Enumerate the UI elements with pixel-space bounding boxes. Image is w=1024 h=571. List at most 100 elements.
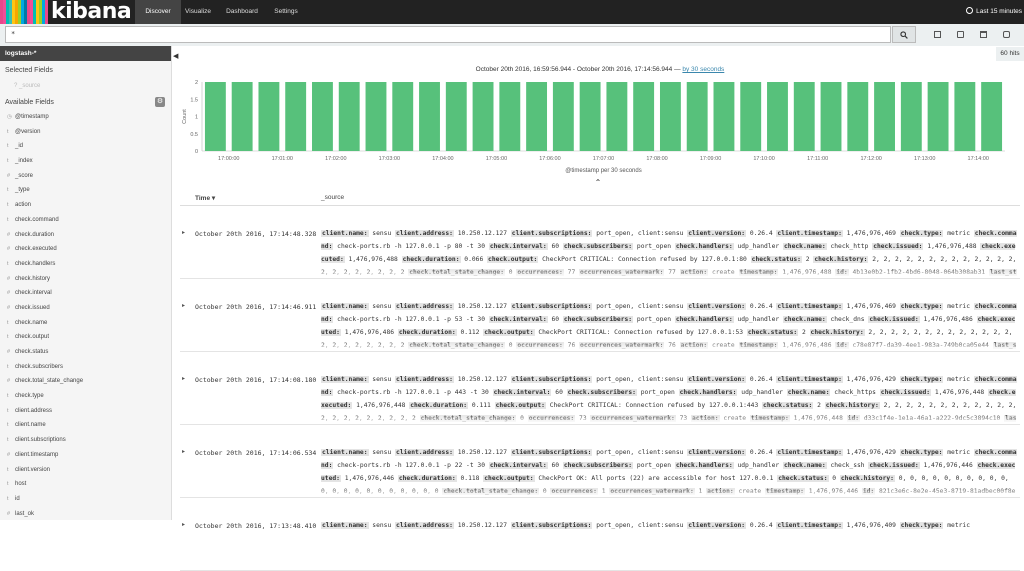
- field-item[interactable]: t client.name: [0, 418, 171, 433]
- field-item[interactable]: t client.subscriptions: [0, 433, 171, 448]
- search-button[interactable]: [892, 26, 916, 43]
- field-item[interactable]: t check.output: [0, 330, 171, 345]
- field-item[interactable]: t check.name: [0, 316, 171, 331]
- selected-field-name: _source: [19, 83, 41, 89]
- source-key: check.output:: [483, 475, 535, 482]
- string-type-icon: t: [7, 128, 9, 135]
- tab-discover[interactable]: Discover: [135, 0, 181, 24]
- time-column-header[interactable]: Time ▾: [195, 194, 215, 202]
- table-row[interactable]: ▸ October 20th 2016, 17:14:08.180 client.n…: [180, 352, 1020, 425]
- tab-dashboard[interactable]: Dashboard: [220, 0, 264, 24]
- field-item[interactable]: # check.total_state_change: [0, 374, 171, 389]
- row-timestamp: October 20th 2016, 17:14:08.180: [195, 376, 317, 384]
- field-item[interactable]: t _type: [0, 183, 171, 198]
- field-item[interactable]: t check.type: [0, 389, 171, 404]
- field-item[interactable]: t check.command: [0, 213, 171, 228]
- gear-icon[interactable]: ⚙: [155, 97, 165, 107]
- selected-field-source[interactable]: ? _source: [0, 78, 171, 95]
- field-name: client.version: [15, 466, 51, 473]
- search-input[interactable]: *: [5, 26, 891, 43]
- field-name: check.type: [15, 393, 44, 400]
- source-key: client.subscriptions:: [510, 376, 593, 383]
- field-item[interactable]: t check.handlers: [0, 257, 171, 272]
- new-search-button[interactable]: [928, 27, 946, 42]
- tab-visualize[interactable]: Visualize: [181, 0, 215, 24]
- source-value: port_open: [636, 389, 679, 396]
- new-search-icon: [933, 31, 941, 38]
- table-row[interactable]: ▸ October 20th 2016, 17:14:06.534 client.n…: [180, 425, 1020, 498]
- table-row[interactable]: ▸ October 20th 2016, 17:13:48.410 client.n…: [180, 498, 1020, 571]
- open-search-button[interactable]: [974, 27, 992, 42]
- field-item[interactable]: t action: [0, 198, 171, 213]
- histogram-bar: [231, 82, 253, 151]
- source-key: client.subscriptions:: [510, 230, 593, 237]
- clock-icon: ◷: [7, 114, 12, 120]
- field-name: check.executed: [15, 246, 57, 253]
- field-item[interactable]: # check.interval: [0, 286, 171, 301]
- source-value: 10.250.12.127: [453, 376, 511, 383]
- source-key: check.issued:: [868, 462, 920, 469]
- field-item[interactable]: t _id: [0, 139, 171, 154]
- chevron-up-icon[interactable]: ⌃: [593, 178, 603, 188]
- source-value: 10.250.12.127: [453, 522, 511, 529]
- field-item[interactable]: t client.address: [0, 404, 171, 419]
- source-key: check.output:: [487, 256, 539, 263]
- index-pattern[interactable]: logstash-*: [0, 46, 171, 61]
- source-key: client.name:: [321, 522, 369, 529]
- histogram-title: October 20th 2016, 16:59:56.944 - Octobe…: [180, 66, 1020, 73]
- x-tick-label: 17:06:00: [539, 156, 560, 162]
- interval-link[interactable]: by 30 seconds: [682, 66, 724, 73]
- field-item[interactable]: # check.status: [0, 345, 171, 360]
- source-value: 1,476,976,446: [919, 462, 977, 469]
- string-type-icon: t: [7, 202, 9, 209]
- source-value: 1,476,976,448: [352, 402, 410, 409]
- time-picker[interactable]: Last 15 minutes: [966, 0, 1024, 24]
- source-value: udp_handler: [733, 462, 783, 469]
- source-key: check.duration:: [401, 256, 461, 263]
- field-item[interactable]: t _index: [0, 154, 171, 169]
- field-item[interactable]: # check.issued: [0, 301, 171, 316]
- save-search-button[interactable]: [951, 27, 969, 42]
- collapse-sidebar-icon[interactable]: ◀: [173, 52, 178, 60]
- source-key: client.address:: [395, 449, 454, 456]
- source-value: port_open: [633, 316, 675, 323]
- x-tick-label: 17:01:00: [272, 156, 293, 162]
- field-item[interactable]: # check.duration: [0, 228, 171, 243]
- table-row[interactable]: ▸ October 20th 2016, 17:14:46.911 client.n…: [180, 279, 1020, 352]
- kibana-logo[interactable]: kibana: [0, 0, 135, 24]
- field-item[interactable]: # client.timestamp: [0, 448, 171, 463]
- source-value: sensu: [368, 376, 396, 383]
- field-item[interactable]: # last_ok: [0, 507, 171, 522]
- table-row[interactable]: ▸ October 20th 2016, 17:14:48.328 client.n…: [180, 206, 1020, 279]
- expand-row-icon[interactable]: ▸: [182, 302, 185, 309]
- source-key: client.subscriptions:: [510, 449, 593, 456]
- field-item[interactable]: t @version: [0, 125, 171, 140]
- source-value: 10.250.12.127: [453, 303, 511, 310]
- field-item[interactable]: # check.executed: [0, 242, 171, 257]
- field-item[interactable]: # _score: [0, 169, 171, 184]
- available-fields-title: Available Fields: [5, 99, 54, 106]
- field-item[interactable]: t id: [0, 492, 171, 507]
- source-value: 0.26.4: [746, 376, 777, 383]
- x-axis-label: @timestamp per 30 seconds: [565, 168, 641, 174]
- tab-settings[interactable]: Settings: [268, 0, 304, 24]
- x-tick-label: 17:12:00: [860, 156, 881, 162]
- field-item[interactable]: t check.subscribers: [0, 360, 171, 375]
- field-item[interactable]: # check.history: [0, 272, 171, 287]
- expand-row-icon[interactable]: ▸: [182, 448, 185, 455]
- expand-row-icon[interactable]: ▸: [182, 521, 185, 528]
- histogram-bar: [820, 82, 842, 151]
- source-key: client.timestamp:: [776, 522, 843, 529]
- field-item[interactable]: t host: [0, 477, 171, 492]
- y-tick-label: 2: [195, 80, 198, 86]
- available-fields-header: Available Fields ⚙: [0, 95, 171, 110]
- field-item[interactable]: ◷ @timestamp: [0, 110, 171, 125]
- source-value: CheckPort CRITICAL: Connection refused b…: [534, 329, 747, 336]
- source-value: CheckPort CRITICAL: Connection refused b…: [545, 402, 763, 409]
- document-table: Time ▾ _source ▸ October 20th 2016, 17:14…: [180, 190, 1020, 571]
- expand-row-icon[interactable]: ▸: [182, 229, 185, 236]
- source-value: sensu: [368, 449, 396, 456]
- share-search-button[interactable]: [997, 27, 1015, 42]
- expand-row-icon[interactable]: ▸: [182, 375, 185, 382]
- field-item[interactable]: t client.version: [0, 463, 171, 478]
